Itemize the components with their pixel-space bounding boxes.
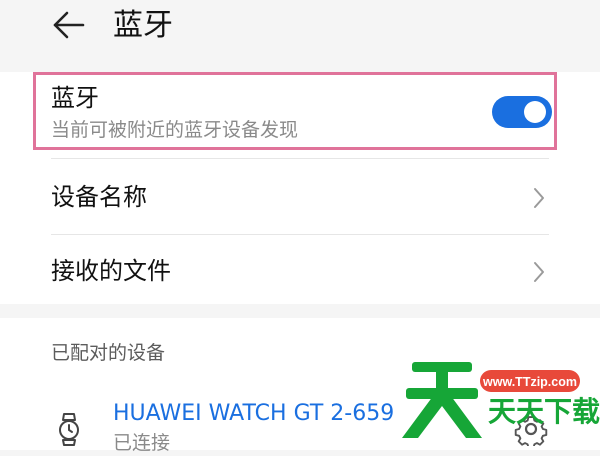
site-watermark: www.TTzip.com 天天下载 [400, 352, 600, 450]
bluetooth-toggle-switch[interactable] [492, 96, 552, 128]
received-files-row[interactable]: 接收的文件 [51, 254, 171, 288]
smartwatch-icon [59, 413, 79, 446]
chevron-right-icon [534, 262, 544, 282]
app-header: 蓝牙 [0, 0, 600, 60]
bluetooth-discoverable-text: 当前可被附近的蓝牙设备发现 [51, 119, 299, 141]
bluetooth-label: 蓝牙 [51, 84, 99, 112]
paired-device-status: 已连接 [113, 432, 171, 454]
arrow-left-icon[interactable] [48, 4, 94, 50]
divider [51, 158, 549, 159]
divider [51, 234, 549, 235]
paired-device-name[interactable]: HUAWEI WATCH GT 2-659 [113, 399, 394, 429]
toggle-knob [524, 101, 546, 123]
paired-devices-heading: 已配对的设备 [51, 342, 166, 364]
watermark-url: www.TTzip.com [482, 375, 577, 389]
device-name-row[interactable]: 设备名称 [51, 180, 147, 214]
chevron-right-icon [534, 188, 544, 208]
watermark-logo: www.TTzip.com 天天下载 [402, 362, 600, 438]
page-title: 蓝牙 [113, 8, 173, 43]
watermark-text: 天天下载 [488, 395, 600, 428]
